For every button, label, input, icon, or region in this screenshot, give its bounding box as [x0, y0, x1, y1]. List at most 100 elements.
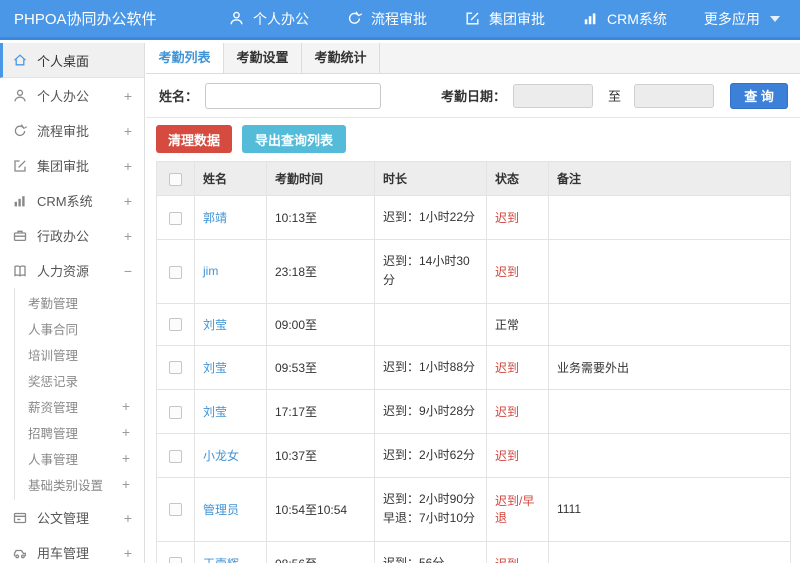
name-link[interactable]: 刘莹	[203, 318, 227, 332]
sidebar-subitem-label: 招聘管理	[28, 426, 79, 441]
name-cell: 刘莹	[194, 344, 267, 390]
nav-item-label: 个人办公	[253, 10, 309, 27]
row-checkbox[interactable]	[169, 211, 182, 225]
duration-cell: 迟到：56分	[374, 540, 487, 563]
select-all-header-cell	[156, 161, 195, 196]
sidebar-item-vehicle-management[interactable]: 用车管理 +	[0, 535, 144, 563]
row-checkbox-cell	[156, 540, 195, 563]
expand-icon: −	[123, 262, 132, 279]
nav-item-personal-office[interactable]: 个人办公	[228, 9, 309, 29]
row-checkbox-cell	[156, 477, 195, 542]
name-link[interactable]: 小龙女	[203, 449, 239, 463]
note-cell	[548, 540, 791, 563]
sidebar-subitem-attendance-management[interactable]: 考勤管理	[15, 289, 144, 315]
search-button[interactable]: 查 询	[730, 82, 789, 109]
name-input[interactable]	[205, 82, 382, 109]
status-cell: 迟到	[486, 194, 549, 241]
sidebar-subitem-hr-contract[interactable]: 人事合同	[15, 315, 144, 341]
note-cell	[548, 239, 791, 304]
time-cell: 10:54至10:54	[266, 477, 375, 542]
tab-attendance-list[interactable]: 考勤列表	[146, 43, 224, 73]
row-checkbox[interactable]	[169, 449, 182, 463]
filter-bar: 姓名： 考勤日期： 至 查 询	[146, 74, 800, 118]
flow-icon	[346, 10, 363, 27]
date-from-input[interactable]	[513, 83, 594, 108]
sidebar-subitem-label: 奖惩记录	[28, 374, 79, 389]
expand-icon: +	[123, 122, 132, 139]
caret-down-icon	[769, 15, 780, 22]
sidebar-subitem-label: 培训管理	[28, 348, 79, 363]
row-checkbox-cell	[156, 302, 195, 346]
tab-attendance-settings[interactable]: 考勤设置	[224, 43, 302, 73]
sidebar-subitem-salary-management[interactable]: 薪资管理 +	[15, 393, 144, 419]
app-logo: PHPOA协同办公软件	[14, 11, 157, 28]
row-checkbox[interactable]	[169, 318, 182, 332]
attendance-table: 姓名 考勤时间 时长 状态 备注 郭靖 10:13至 迟到：1小时22分 迟到 jim 23:18…	[156, 161, 791, 563]
duration-cell: 迟到：2小时62分	[374, 432, 487, 479]
table-row: 郭靖 10:13至 迟到：1小时22分 迟到	[156, 194, 791, 241]
name-link[interactable]: jim	[203, 264, 218, 278]
select-all-checkbox[interactable]	[169, 172, 182, 186]
sidebar-subitem-recruitment-management[interactable]: 招聘管理 +	[15, 419, 144, 445]
name-link[interactable]: 刘莹	[203, 361, 227, 375]
sidebar-subitem-basic-category-settings[interactable]: 基础类别设置 +	[15, 471, 144, 497]
sidebar-item-human-resources[interactable]: 人力资源 −	[0, 253, 144, 288]
nav-item-group-approval[interactable]: 集团审批	[464, 9, 545, 29]
table-row: 小龙女 10:37至 迟到：2小时62分 迟到	[156, 432, 791, 479]
name-cell: 郭靖	[194, 194, 267, 241]
time-cell: 09:53至	[266, 344, 375, 390]
name-link[interactable]: 郭靖	[203, 211, 227, 225]
car-icon	[12, 545, 28, 561]
status-badge: 迟到	[495, 264, 520, 279]
sidebar-item-label: 流程审批	[37, 124, 90, 139]
row-checkbox[interactable]	[169, 405, 182, 419]
nav-item-more-apps[interactable]: 更多应用	[704, 9, 780, 29]
export-list-button[interactable]: 导出查询列表	[242, 125, 347, 153]
person-icon	[228, 10, 245, 27]
expand-icon: +	[123, 544, 132, 561]
row-checkbox-cell	[156, 388, 195, 434]
expand-icon: +	[123, 227, 132, 244]
sidebar-item-crm-system[interactable]: CRM系统 +	[0, 183, 144, 218]
sidebar-item-label: 用车管理	[37, 546, 90, 561]
sidebar-item-personal-desktop[interactable]: 个人桌面	[0, 43, 144, 78]
tab-attendance-stats[interactable]: 考勤统计	[302, 43, 380, 73]
sidebar-item-group-approval[interactable]: 集团审批 +	[0, 148, 144, 183]
note-cell	[548, 194, 791, 241]
table-row: 刘莹 09:00至 正常	[156, 302, 791, 346]
edit-icon	[464, 10, 481, 27]
row-checkbox[interactable]	[169, 265, 182, 279]
nav-item-label: 流程审批	[371, 10, 427, 27]
sidebar-item-label: 行政办公	[37, 229, 90, 244]
action-bar: 清理数据 导出查询列表	[146, 118, 800, 161]
sidebar-subitem-personnel-management[interactable]: 人事管理 +	[15, 445, 144, 471]
sidebar-item-workflow-approval[interactable]: 流程审批 +	[0, 113, 144, 148]
sidebar-item-admin-office[interactable]: 行政办公 +	[0, 218, 144, 253]
row-checkbox[interactable]	[169, 503, 182, 517]
person-icon	[12, 88, 28, 104]
row-checkbox[interactable]	[169, 361, 182, 375]
clear-data-button[interactable]: 清理数据	[156, 125, 233, 153]
status-cell: 正常	[486, 302, 549, 346]
sidebar: 个人桌面 个人办公 + 流程审批 + 集团审批 + CRM系统 + 行政办公 + 人力资源 − 考勤管理人…	[0, 43, 145, 563]
name-link[interactable]: 刘莹	[203, 405, 227, 419]
row-checkbox-cell	[156, 344, 195, 390]
time-cell: 17:17至	[266, 388, 375, 434]
sidebar-subitem-training-management[interactable]: 培训管理	[15, 341, 144, 367]
nav-item-workflow-approval[interactable]: 流程审批	[346, 9, 427, 29]
name-cell: 小龙女	[194, 432, 267, 479]
nav-item-crm-system[interactable]: CRM系统	[582, 9, 667, 29]
sidebar-item-doc-management[interactable]: 公文管理 +	[0, 500, 144, 535]
nav-item-label: 集团审批	[489, 10, 545, 27]
nav-item-label: 更多应用	[703, 10, 760, 27]
sidebar-item-personal-office[interactable]: 个人办公 +	[0, 78, 144, 113]
date-to-input[interactable]	[634, 83, 715, 108]
time-cell: 08:56至	[266, 540, 375, 563]
name-link[interactable]: 王壹辉	[203, 557, 239, 563]
table-row: 刘莹 09:53至 迟到：1小时88分 迟到 业务需要外出	[156, 344, 791, 390]
top-bar: PHPOA协同办公软件 个人办公 流程审批 集团审批 CRM系统 更多应用	[0, 0, 800, 40]
row-checkbox[interactable]	[169, 557, 182, 563]
name-link[interactable]: 管理员	[203, 503, 239, 517]
table-header-row: 姓名 考勤时间 时长 状态 备注	[156, 161, 791, 196]
sidebar-subitem-reward-punishment[interactable]: 奖惩记录	[15, 367, 144, 393]
